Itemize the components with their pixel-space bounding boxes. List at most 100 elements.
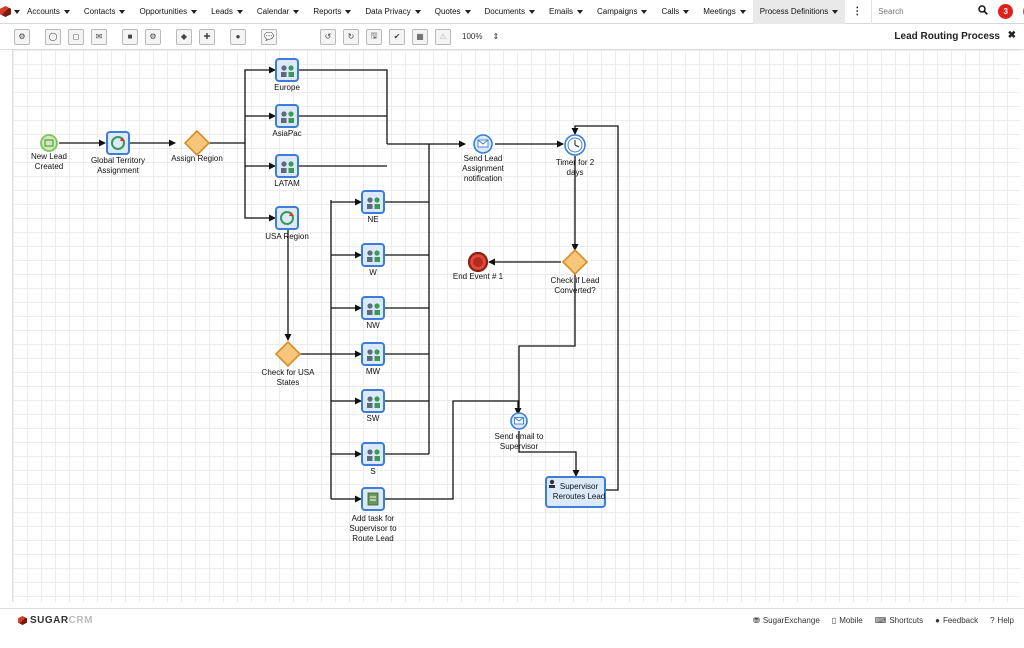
- start-event-new-lead[interactable]: [40, 134, 58, 152]
- nav-tab-data-privacy[interactable]: Data Privacy: [358, 0, 427, 24]
- label-send-email: Send email to Supervisor: [494, 432, 544, 451]
- footer-link-help[interactable]: ? Help: [990, 616, 1014, 625]
- timer-event[interactable]: [564, 134, 586, 156]
- close-icon[interactable]: ✖: [1008, 30, 1016, 41]
- zoom-stepper-icon: ⇕: [492, 32, 500, 41]
- nav-tab-meetings[interactable]: Meetings: [696, 0, 752, 24]
- zoom-level: 100%: [462, 32, 483, 41]
- process-canvas[interactable]: New Lead Created Global Territory Assign…: [12, 50, 1020, 602]
- chevron-down-icon[interactable]: [191, 9, 198, 14]
- nav-tab-quotes[interactable]: Quotes: [428, 0, 478, 24]
- undo-button[interactable]: ↺: [320, 28, 336, 45]
- task-mw[interactable]: [361, 342, 385, 366]
- task-w[interactable]: [361, 243, 385, 267]
- label-europe: Europe: [274, 83, 300, 92]
- task-nw[interactable]: [361, 296, 385, 320]
- send-notification-event[interactable]: [473, 134, 493, 154]
- more-modules-button[interactable]: ⋮: [845, 0, 862, 24]
- warning-button[interactable]: ⚠: [435, 28, 451, 45]
- chevron-down-icon[interactable]: [345, 9, 352, 14]
- nav-tab-label: Emails: [548, 7, 573, 16]
- footer-link-mobile[interactable]: ▯ Mobile: [832, 616, 863, 625]
- search-icon[interactable]: [978, 5, 989, 18]
- footer-link-sugarexchange[interactable]: ⛃ SugarExchange: [753, 616, 820, 625]
- nav-tab-label: Calls: [661, 7, 680, 16]
- chevron-down-icon[interactable]: [293, 9, 300, 14]
- chevron-down-icon[interactable]: [683, 9, 690, 14]
- chevron-down-icon[interactable]: [739, 9, 746, 14]
- nav-tab-calls[interactable]: Calls: [654, 0, 696, 24]
- nav-tab-leads[interactable]: Leads: [204, 0, 250, 24]
- start-event-tool[interactable]: ◯: [45, 28, 61, 45]
- gateway-check-usa[interactable]: [275, 341, 301, 367]
- end-event[interactable]: [467, 251, 489, 273]
- label-check-usa: Check for USA States: [261, 368, 315, 387]
- chevron-down-icon[interactable]: [641, 9, 648, 14]
- text-annotation-tool[interactable]: 💬: [261, 28, 277, 45]
- toggle-grid-button[interactable]: ▦: [412, 28, 428, 45]
- nav-tab-documents[interactable]: Documents: [478, 0, 542, 24]
- gateway-check-converted[interactable]: [562, 249, 588, 275]
- activity-tool[interactable]: ■: [122, 28, 138, 45]
- nav-tab-campaigns[interactable]: Campaigns: [590, 0, 654, 24]
- send-email-event[interactable]: [510, 412, 528, 430]
- notifications-badge[interactable]: 3: [998, 4, 1014, 19]
- chevron-down-icon[interactable]: [528, 9, 535, 14]
- task-s[interactable]: [361, 442, 385, 466]
- label-w: W: [369, 268, 377, 277]
- task-sw[interactable]: [361, 389, 385, 413]
- global-search[interactable]: [871, 0, 979, 24]
- label-asiapac: AsiaPac: [272, 129, 302, 138]
- chevron-down-icon[interactable]: [236, 9, 243, 14]
- nav-tab-reports[interactable]: Reports: [306, 0, 358, 24]
- task-add-task-supervisor[interactable]: [361, 487, 385, 511]
- end-event-tool[interactable]: ●: [230, 28, 246, 45]
- sugar-cube-icon: [0, 6, 11, 17]
- nav-tab-accounts[interactable]: Accounts: [20, 0, 77, 24]
- search-input[interactable]: [878, 7, 979, 16]
- nav-tab-calendar[interactable]: Calendar: [250, 0, 306, 24]
- label-global-territory: Global Territory Assignment: [90, 156, 146, 175]
- footer-link-shortcuts[interactable]: ⌨ Shortcuts: [875, 616, 923, 625]
- nav-tab-contacts[interactable]: Contacts: [77, 0, 133, 24]
- nav-tab-opportunities[interactable]: Opportunities: [132, 0, 204, 24]
- process-settings-button[interactable]: ⚙: [14, 28, 30, 45]
- task-usa-region[interactable]: [275, 206, 299, 230]
- action-tool[interactable]: ⚙: [145, 28, 161, 45]
- message-event-tool[interactable]: ✉: [91, 28, 107, 45]
- task-global-territory[interactable]: [106, 131, 130, 155]
- label-latam: LATAM: [274, 179, 300, 188]
- chevron-down-icon[interactable]: [832, 9, 839, 14]
- exclusive-gateway-tool[interactable]: ◆: [176, 28, 192, 45]
- label-usa-region: USA Region: [265, 232, 309, 241]
- intermediate-event-tool[interactable]: ◻: [68, 28, 84, 45]
- parallel-gateway-tool[interactable]: ✚: [199, 28, 215, 45]
- mobile-icon: ▯: [831, 616, 837, 625]
- label-sw: SW: [366, 414, 380, 423]
- label-s: S: [370, 467, 376, 476]
- shortcuts-icon: ⌨: [874, 616, 887, 625]
- chevron-down-icon[interactable]: [414, 9, 421, 14]
- chevron-down-icon[interactable]: [464, 9, 471, 14]
- task-asiapac[interactable]: [275, 104, 299, 128]
- nav-tab-label: Calendar: [256, 7, 290, 16]
- nav-tab-process-definitions[interactable]: Process Definitions: [752, 0, 846, 24]
- chevron-down-icon[interactable]: [63, 9, 70, 14]
- label-add-task: Add task for Supervisor to Route Lead: [349, 514, 397, 543]
- label-assign-region: Assign Region: [171, 154, 223, 163]
- redo-button[interactable]: ↻: [343, 28, 359, 45]
- chevron-down-icon[interactable]: [577, 9, 583, 14]
- save-button[interactable]: 🖫: [366, 28, 382, 45]
- task-latam[interactable]: [275, 154, 299, 178]
- zoom-control[interactable]: 100% ⇕: [462, 32, 499, 41]
- validate-button[interactable]: ✔: [389, 28, 405, 45]
- nav-tab-label: Contacts: [83, 7, 116, 16]
- nav-tab-emails[interactable]: Emails: [542, 0, 590, 24]
- bpmn-diagram: [40, 58, 619, 511]
- task-europe[interactable]: [275, 58, 299, 82]
- chevron-down-icon[interactable]: [119, 9, 126, 14]
- app-logo-menu[interactable]: [0, 0, 20, 24]
- gateway-assign-region[interactable]: [184, 130, 210, 156]
- footer-link-feedback[interactable]: ● Feedback: [935, 616, 978, 625]
- task-ne[interactable]: [361, 190, 385, 214]
